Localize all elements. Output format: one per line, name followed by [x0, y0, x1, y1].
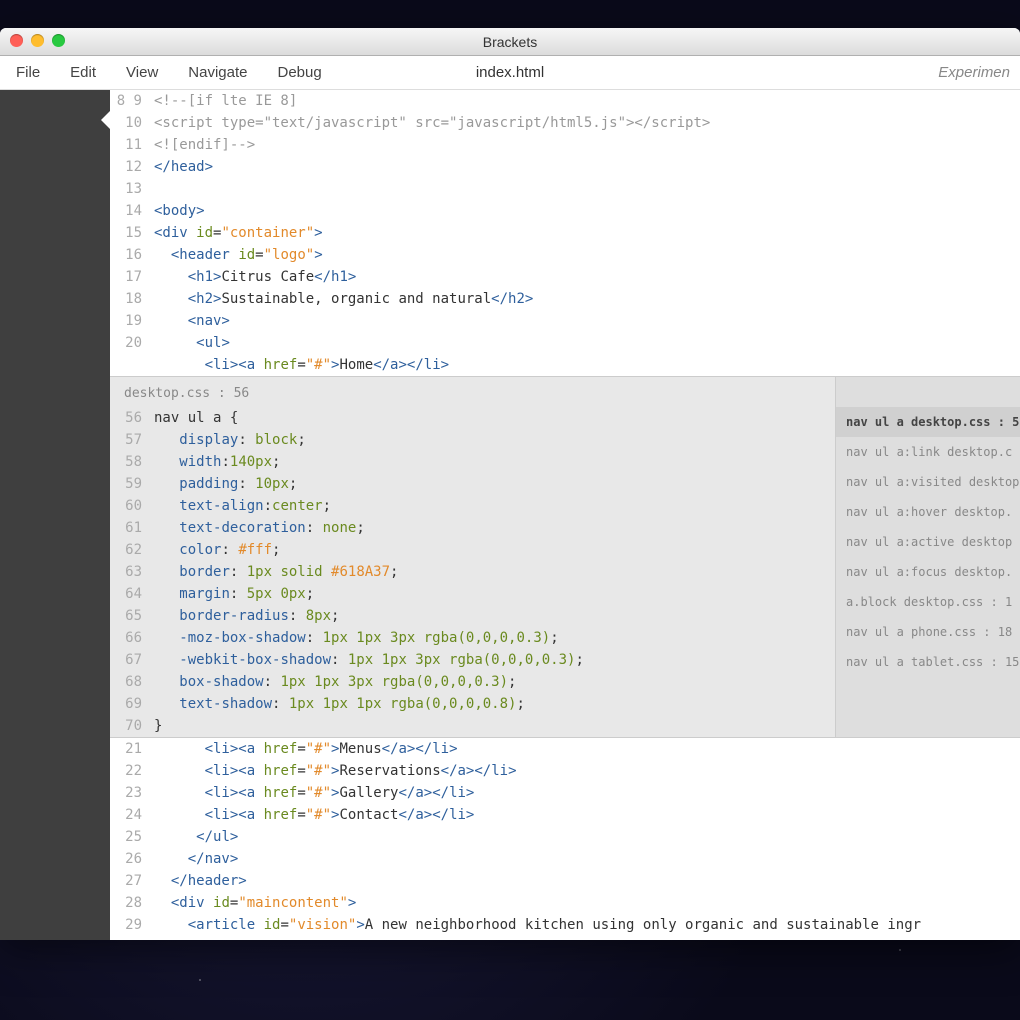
code-editor[interactable]: 8 9 10 11 12 13 14 15 16 17 18 19 20 <!-… — [110, 90, 1020, 940]
close-icon[interactable] — [10, 34, 23, 47]
css-rule-item[interactable]: nav ul a phone.css : 18 — [836, 617, 1020, 647]
inline-css-panel: desktop.css : 56 56 57 58 59 60 61 62 63… — [110, 376, 1020, 738]
css-rule-item[interactable]: a.block desktop.css : 1 — [836, 587, 1020, 617]
inline-code-block[interactable]: 56 57 58 59 60 61 62 63 64 65 66 67 68 6… — [110, 377, 835, 737]
sidebar-notch-icon — [101, 110, 111, 130]
zoom-icon[interactable] — [52, 34, 65, 47]
app-window: Brackets File Edit View Navigate Debug i… — [0, 28, 1020, 940]
sidebar[interactable] — [0, 90, 110, 940]
top-code-block[interactable]: 8 9 10 11 12 13 14 15 16 17 18 19 20 <!-… — [110, 90, 1020, 376]
window-title: Brackets — [483, 34, 537, 50]
gutter: 8 9 10 11 12 13 14 15 16 17 18 19 20 — [110, 90, 154, 376]
current-filename: index.html — [476, 64, 544, 81]
css-rule-item[interactable]: nav ul a:hover desktop. — [836, 497, 1020, 527]
gutter: 56 57 58 59 60 61 62 63 64 65 66 67 68 6… — [110, 407, 154, 737]
menu-edit[interactable]: Edit — [70, 64, 96, 81]
menu-navigate[interactable]: Navigate — [188, 64, 247, 81]
code-content[interactable]: <!--[if lte IE 8] <script type="text/jav… — [154, 90, 1020, 376]
menu-view[interactable]: View — [126, 64, 158, 81]
css-rule-item[interactable]: nav ul a:link desktop.c — [836, 437, 1020, 467]
traffic-lights — [10, 34, 65, 47]
menubar: File Edit View Navigate Debug index.html… — [0, 56, 1020, 90]
titlebar[interactable]: Brackets — [0, 28, 1020, 56]
gutter: 21 22 23 24 25 26 27 28 29 30 31 32 33 — [110, 738, 154, 940]
menu-file[interactable]: File — [16, 64, 40, 81]
css-rule-item[interactable]: nav ul a tablet.css : 15 — [836, 647, 1020, 677]
minimize-icon[interactable] — [31, 34, 44, 47]
css-rule-list: nav ul a desktop.css : 5nav ul a:link de… — [835, 377, 1020, 737]
editor-body: 8 9 10 11 12 13 14 15 16 17 18 19 20 <!-… — [0, 90, 1020, 940]
code-content[interactable]: nav ul a { display: block; width:140px; … — [154, 407, 835, 737]
inline-panel-header: desktop.css : 56 — [124, 383, 249, 405]
bottom-code-block[interactable]: 21 22 23 24 25 26 27 28 29 30 31 32 33 <… — [110, 738, 1020, 940]
css-rule-item[interactable]: nav ul a:active desktop — [836, 527, 1020, 557]
experimental-label: Experimen — [938, 64, 1010, 81]
code-content[interactable]: <li><a href="#">Menus</a></li> <li><a hr… — [154, 738, 1020, 940]
css-rule-item[interactable]: nav ul a desktop.css : 5 — [836, 407, 1020, 437]
menu-debug[interactable]: Debug — [277, 64, 321, 81]
css-rule-item[interactable]: nav ul a:focus desktop. — [836, 557, 1020, 587]
css-rule-item[interactable]: nav ul a:visited desktop — [836, 467, 1020, 497]
